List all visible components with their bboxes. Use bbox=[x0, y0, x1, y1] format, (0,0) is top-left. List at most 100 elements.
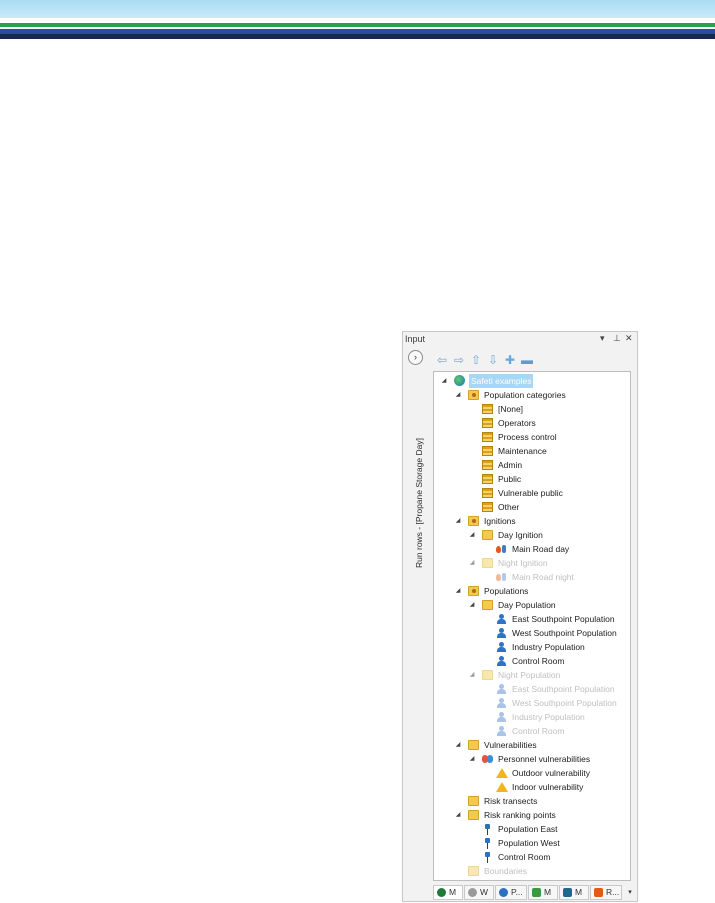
tree-item-label: Day Population bbox=[498, 600, 556, 610]
close-icon[interactable]: ✕ bbox=[625, 333, 633, 344]
expanded-arrow-icon[interactable]: ◢ bbox=[468, 598, 476, 612]
tab-label: M bbox=[544, 887, 552, 897]
person-icon bbox=[496, 698, 507, 708]
tree-item-label: Safeti examples bbox=[469, 374, 534, 388]
tab-label: P... bbox=[511, 887, 523, 897]
tree-item-label: Risk transects bbox=[484, 796, 538, 806]
tab-1[interactable]: W bbox=[464, 885, 494, 900]
expanded-arrow-icon[interactable]: ◢ bbox=[454, 514, 462, 528]
tab-4[interactable]: M bbox=[559, 885, 589, 900]
warning-icon bbox=[496, 768, 508, 778]
folder-icon bbox=[468, 586, 479, 596]
expanded-arrow-icon[interactable]: ◢ bbox=[468, 668, 476, 682]
panel-titlebar: Input ▾ ⊥ ✕ bbox=[403, 332, 637, 347]
expanded-arrow-icon[interactable]: ◢ bbox=[468, 752, 476, 766]
tab-2[interactable]: P... bbox=[495, 885, 527, 900]
back-arrow-icon[interactable]: ⇦ bbox=[436, 354, 448, 366]
panel-title: Input bbox=[405, 334, 426, 344]
pin-icon[interactable]: ⊥ bbox=[613, 333, 621, 344]
tab-icon bbox=[499, 888, 508, 897]
down-arrow-icon[interactable]: ⇩ bbox=[487, 354, 499, 366]
expanded-arrow-icon[interactable]: ◢ bbox=[440, 374, 448, 388]
tree-item-label: Other bbox=[498, 502, 520, 512]
pin-marker-icon bbox=[482, 824, 493, 835]
expanded-arrow-icon[interactable]: ◢ bbox=[468, 528, 476, 542]
tree-item-label: Control Room bbox=[498, 852, 551, 862]
tree-item-label: Day Ignition bbox=[498, 530, 543, 540]
tree-item-label: East Southpoint Population bbox=[512, 614, 615, 624]
tree-item-label: Control Room bbox=[512, 726, 565, 736]
tab-label: M bbox=[449, 887, 457, 897]
tree-item-label: Population categories bbox=[484, 390, 566, 400]
person-icon bbox=[496, 642, 507, 652]
expanded-arrow-icon[interactable]: ◢ bbox=[468, 556, 476, 570]
tree-item-label: Night Ignition bbox=[498, 558, 548, 568]
person-icon bbox=[496, 614, 507, 624]
tab-icon bbox=[594, 888, 603, 897]
warning-icon bbox=[496, 782, 508, 792]
tab-icon bbox=[437, 888, 446, 897]
run-rows-label[interactable]: Run rows - [Propane Storage Day] bbox=[414, 438, 424, 568]
tab-0[interactable]: M bbox=[433, 885, 463, 900]
expanded-arrow-icon[interactable]: ◢ bbox=[454, 388, 462, 402]
tree-item-label: Industry Population bbox=[512, 712, 585, 722]
panel-dropdown-button[interactable]: ▾ bbox=[600, 333, 605, 344]
category-icon bbox=[482, 502, 493, 512]
category-icon bbox=[482, 474, 493, 484]
category-icon bbox=[482, 488, 493, 498]
tab-label: R... bbox=[606, 887, 620, 897]
tree-item-label: Population East bbox=[498, 824, 558, 834]
category-icon bbox=[482, 446, 493, 456]
globe-icon bbox=[454, 375, 465, 386]
tab-icon bbox=[532, 888, 541, 897]
pin-marker-icon bbox=[482, 852, 493, 863]
tree-item-label: Public bbox=[498, 474, 522, 484]
tree-item-label: Vulnerable public bbox=[498, 488, 563, 498]
expanded-arrow-icon[interactable]: ◢ bbox=[454, 584, 462, 598]
tree-item-label: Populations bbox=[484, 586, 529, 596]
tab-icon bbox=[563, 888, 572, 897]
person-icon bbox=[496, 656, 507, 666]
tab-3[interactable]: M bbox=[528, 885, 558, 900]
tabs-overflow-button[interactable]: ▾ bbox=[625, 887, 635, 899]
add-icon[interactable]: ✚ bbox=[504, 354, 516, 366]
category-icon bbox=[482, 418, 493, 428]
tree-item-label: Vulnerabilities bbox=[484, 740, 537, 750]
tree-item-label: Admin bbox=[498, 460, 523, 470]
tree-item-label: Personnel vulnerabilities bbox=[498, 754, 591, 764]
category-icon bbox=[482, 404, 493, 414]
tree-item-label: Maintenance bbox=[498, 446, 547, 456]
folder-icon bbox=[482, 558, 493, 568]
tree-item-label: Main Road night bbox=[512, 572, 574, 582]
folder-icon bbox=[482, 670, 493, 680]
tree-item-label: Ignitions bbox=[484, 516, 516, 526]
expanded-arrow-icon[interactable]: ◢ bbox=[454, 738, 462, 752]
person-icon bbox=[496, 628, 507, 638]
tree-item-label: Operators bbox=[498, 418, 536, 428]
run-rows-sidebar: › Run rows - [Propane Storage Day] bbox=[403, 348, 430, 901]
folder-icon bbox=[482, 530, 493, 540]
study-tree: ◢ Safeti examples ◢ Population categorie… bbox=[433, 371, 631, 881]
category-icon bbox=[482, 432, 493, 442]
folder-icon bbox=[468, 866, 479, 876]
expand-run-rows-button[interactable]: › bbox=[408, 350, 423, 365]
person-icon bbox=[496, 684, 507, 694]
tree-item-label: Risk ranking points bbox=[484, 810, 556, 820]
up-arrow-icon[interactable]: ⇧ bbox=[470, 354, 482, 366]
pin-marker-icon bbox=[482, 838, 493, 849]
tree-item-label: Indoor vulnerability bbox=[512, 782, 584, 792]
tree-item-label: Outdoor vulnerability bbox=[512, 768, 590, 778]
ignition-icon bbox=[496, 544, 507, 554]
tab-label: W bbox=[480, 887, 489, 897]
tab-5[interactable]: R... bbox=[590, 885, 622, 900]
expanded-arrow-icon[interactable]: ◢ bbox=[454, 808, 462, 822]
tree-item-label: Population West bbox=[498, 838, 560, 848]
remove-icon[interactable]: ▬ bbox=[521, 354, 533, 366]
forward-arrow-icon[interactable]: ⇨ bbox=[453, 354, 465, 366]
tab-label: M bbox=[575, 887, 583, 897]
banner-sky-band bbox=[0, 0, 715, 18]
tree-item-label: Industry Population bbox=[512, 642, 585, 652]
folder-icon bbox=[482, 600, 493, 610]
tree-item-label: Process control bbox=[498, 432, 557, 442]
tree-item-label: East Southpoint Population bbox=[512, 684, 615, 694]
